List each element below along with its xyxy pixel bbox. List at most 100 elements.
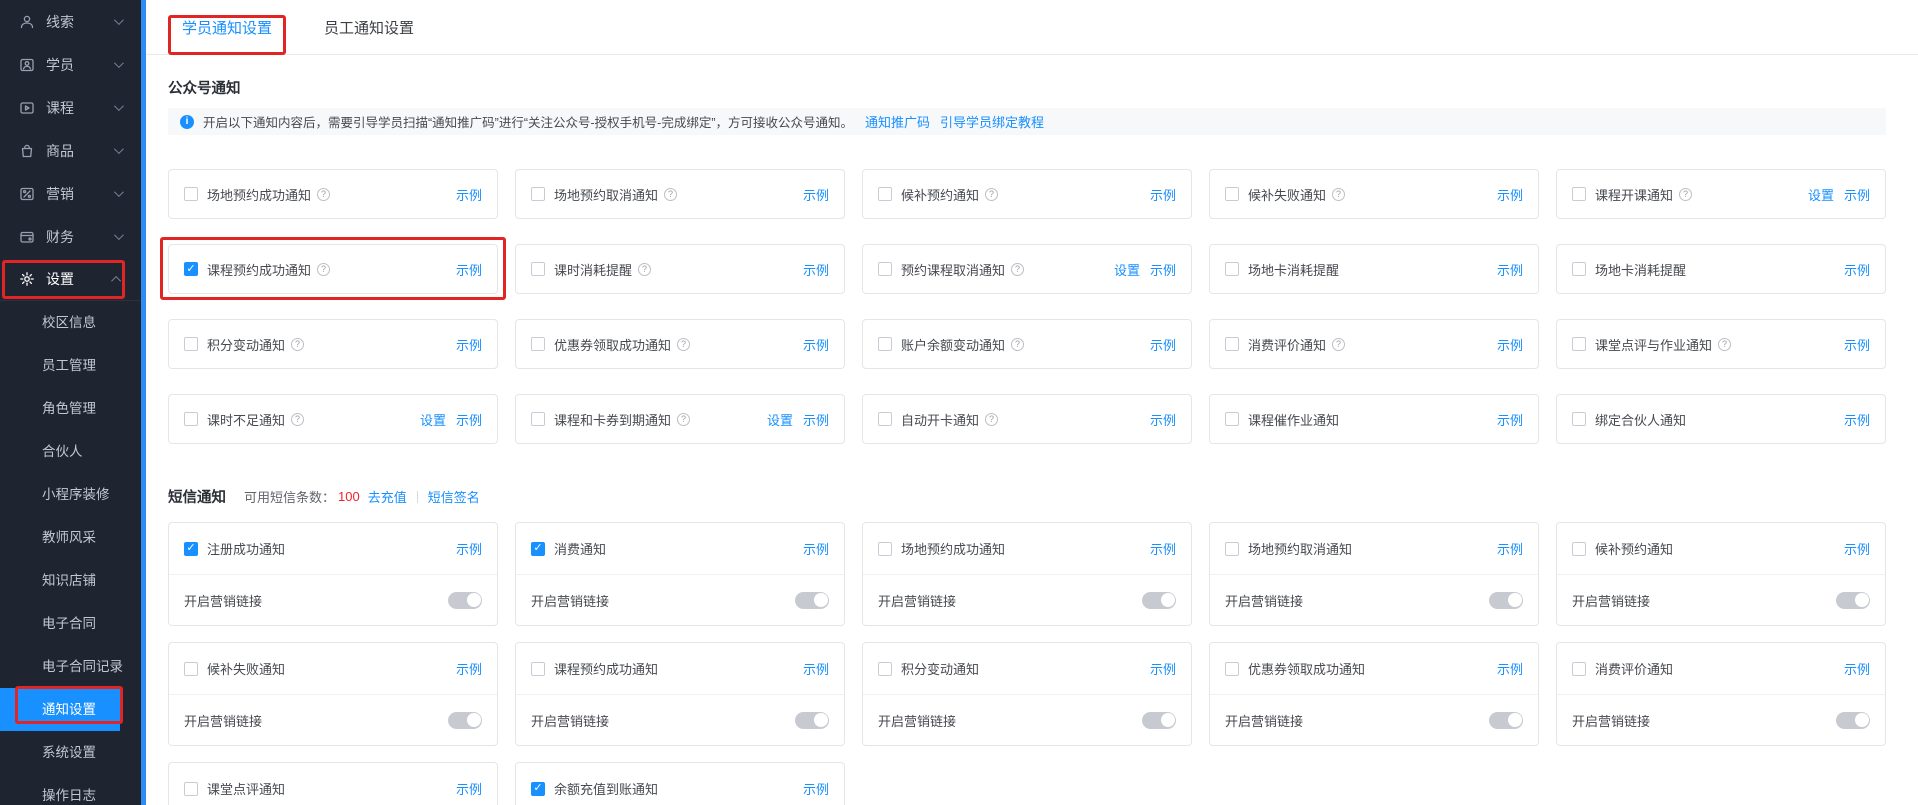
example-link[interactable]: 示例 — [1844, 335, 1870, 354]
sidebar-item-2[interactable]: 课程 — [0, 86, 141, 129]
checkbox[interactable] — [878, 187, 892, 201]
marketing-toggle[interactable] — [1489, 711, 1523, 729]
checkbox[interactable] — [1572, 262, 1586, 276]
sms-signature-link[interactable]: 短信签名 — [428, 487, 480, 506]
checkbox[interactable] — [1225, 541, 1239, 556]
marketing-toggle[interactable] — [795, 711, 829, 729]
example-link[interactable]: 示例 — [456, 539, 482, 558]
checkbox[interactable] — [1572, 541, 1586, 556]
checkbox[interactable] — [878, 337, 892, 351]
checkbox[interactable] — [878, 541, 892, 556]
checkbox[interactable]: ✓ — [531, 781, 545, 796]
checkbox[interactable] — [1225, 412, 1239, 426]
sidebar-item-5[interactable]: 财务 — [0, 215, 141, 258]
help-icon[interactable]: ? — [317, 187, 331, 201]
example-link[interactable]: 示例 — [1844, 659, 1870, 678]
sidebar-item-0[interactable]: 线索 — [0, 0, 141, 43]
sidebar-subitem-0[interactable]: 校区信息 — [0, 301, 120, 344]
marketing-toggle[interactable] — [1142, 711, 1176, 729]
sidebar-subitem-3[interactable]: 合伙人 — [0, 430, 120, 473]
help-icon[interactable]: ? — [317, 262, 331, 276]
checkbox[interactable] — [184, 337, 198, 351]
help-icon[interactable]: ? — [291, 337, 305, 351]
checkbox[interactable] — [184, 412, 198, 426]
example-link[interactable]: 示例 — [803, 539, 829, 558]
example-link[interactable]: 示例 — [803, 659, 829, 678]
checkbox[interactable]: ✓ — [184, 541, 198, 556]
checkbox[interactable] — [184, 781, 198, 796]
tab-0[interactable]: 学员通知设置 — [176, 0, 279, 54]
help-icon[interactable]: ? — [638, 262, 652, 276]
settings-link[interactable]: 设置 — [1808, 185, 1834, 204]
sidebar-subitem-10[interactable]: 系统设置 — [0, 731, 120, 774]
settings-link[interactable]: 设置 — [1114, 260, 1140, 279]
sidebar-item-4[interactable]: 营销 — [0, 172, 141, 215]
example-link[interactable]: 示例 — [1844, 185, 1870, 204]
example-link[interactable]: 示例 — [1844, 410, 1870, 429]
help-icon[interactable]: ? — [664, 187, 678, 201]
help-icon[interactable]: ? — [677, 412, 691, 426]
help-icon[interactable]: ? — [1332, 337, 1346, 351]
example-link[interactable]: 示例 — [1497, 410, 1523, 429]
checkbox[interactable] — [531, 412, 545, 426]
example-link[interactable]: 示例 — [1497, 539, 1523, 558]
help-icon[interactable]: ? — [1011, 262, 1025, 276]
checkbox[interactable] — [1572, 661, 1586, 676]
example-link[interactable]: 示例 — [1150, 659, 1176, 678]
example-link[interactable]: 示例 — [803, 779, 829, 798]
checkbox[interactable] — [1572, 412, 1586, 426]
marketing-toggle[interactable] — [795, 591, 829, 609]
sidebar-subitem-7[interactable]: 电子合同 — [0, 602, 120, 645]
example-link[interactable]: 示例 — [456, 779, 482, 798]
example-link[interactable]: 示例 — [803, 410, 829, 429]
help-icon[interactable]: ? — [985, 187, 999, 201]
sidebar-item-6[interactable]: 设置 — [0, 258, 141, 301]
sidebar-subitem-11[interactable]: 操作日志 — [0, 774, 120, 805]
example-link[interactable]: 示例 — [803, 335, 829, 354]
example-link[interactable]: 示例 — [803, 185, 829, 204]
checkbox[interactable]: ✓ — [531, 541, 545, 556]
checkbox[interactable]: ✓ — [184, 262, 198, 276]
marketing-toggle[interactable] — [448, 591, 482, 609]
sidebar-item-3[interactable]: 商品 — [0, 129, 141, 172]
help-icon[interactable]: ? — [1011, 337, 1025, 351]
checkbox[interactable] — [531, 262, 545, 276]
example-link[interactable]: 示例 — [1497, 185, 1523, 204]
example-link[interactable]: 示例 — [456, 260, 482, 279]
marketing-toggle[interactable] — [1142, 591, 1176, 609]
marketing-toggle[interactable] — [1836, 711, 1870, 729]
help-icon[interactable]: ? — [291, 412, 305, 426]
example-link[interactable]: 示例 — [1497, 335, 1523, 354]
example-link[interactable]: 示例 — [1844, 260, 1870, 279]
marketing-toggle[interactable] — [448, 711, 482, 729]
sidebar-subitem-5[interactable]: 教师风采 — [0, 516, 120, 559]
example-link[interactable]: 示例 — [1150, 335, 1176, 354]
help-icon[interactable]: ? — [985, 412, 999, 426]
marketing-toggle[interactable] — [1489, 591, 1523, 609]
settings-link[interactable]: 设置 — [420, 410, 446, 429]
example-link[interactable]: 示例 — [1150, 410, 1176, 429]
checkbox[interactable] — [184, 187, 198, 201]
checkbox[interactable] — [531, 337, 545, 351]
sidebar-subitem-1[interactable]: 员工管理 — [0, 344, 120, 387]
checkbox[interactable] — [1572, 337, 1586, 351]
checkbox[interactable] — [878, 262, 892, 276]
sidebar-item-1[interactable]: 学员 — [0, 43, 141, 86]
checkbox[interactable] — [1225, 187, 1239, 201]
marketing-toggle[interactable] — [1836, 591, 1870, 609]
example-link[interactable]: 示例 — [456, 185, 482, 204]
example-link[interactable]: 示例 — [1150, 539, 1176, 558]
sidebar-subitem-2[interactable]: 角色管理 — [0, 387, 120, 430]
checkbox[interactable] — [531, 661, 545, 676]
example-link[interactable]: 示例 — [1844, 539, 1870, 558]
checkbox[interactable] — [1225, 661, 1239, 676]
tab-1[interactable]: 员工通知设置 — [318, 0, 420, 54]
example-link[interactable]: 示例 — [1497, 260, 1523, 279]
settings-link[interactable]: 设置 — [767, 410, 793, 429]
help-icon[interactable]: ? — [677, 337, 691, 351]
checkbox[interactable] — [1572, 187, 1586, 201]
help-icon[interactable]: ? — [1332, 187, 1346, 201]
checkbox[interactable] — [878, 412, 892, 426]
example-link[interactable]: 示例 — [456, 335, 482, 354]
example-link[interactable]: 示例 — [1150, 260, 1176, 279]
